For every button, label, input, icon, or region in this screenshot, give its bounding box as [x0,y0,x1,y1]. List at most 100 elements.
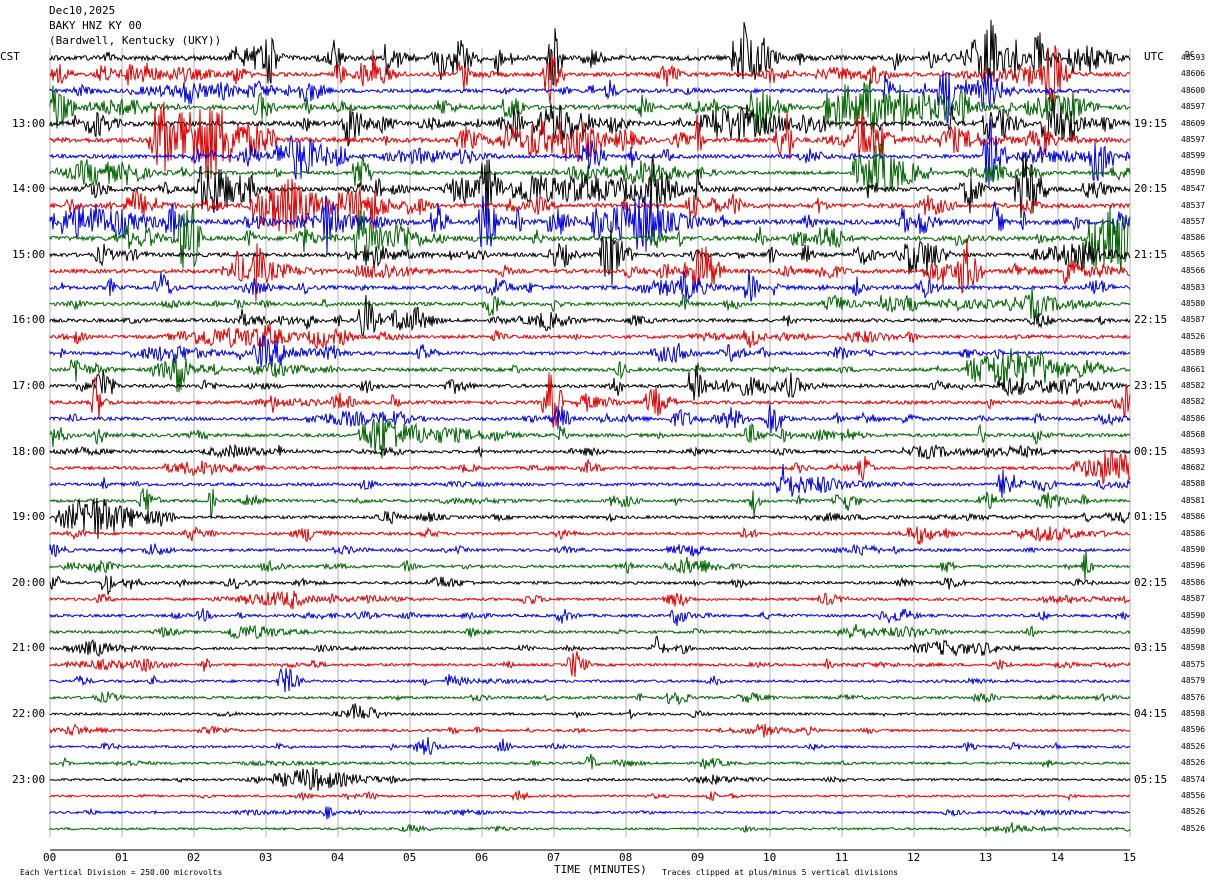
dc-offset-label: 48589 [1181,348,1206,358]
dc-offset-label: 48556 [1181,791,1206,800]
dc-offset-label: 48557 [1181,217,1206,226]
dc-offset-label: 48606 [1181,69,1206,79]
left-time-label: 15:00 [12,247,46,261]
dc-offset-label: 48576 [1181,692,1206,702]
seismic-trace [49,651,1131,678]
x-tick-label: 01 [115,851,129,864]
seismic-trace [49,722,1131,738]
left-time-label: 13:00 [12,116,46,130]
vertical-division-note: Each Vertical Division = 250.00 microvol… [20,868,223,877]
seismic-trace [49,590,1131,610]
seismic-trace [49,822,1131,834]
left-time-label: 18:00 [12,444,46,458]
dc-offset-label: 48526 [1181,741,1206,751]
dc-offset-label: 48586 [1181,413,1206,423]
left-time-label: 19:00 [12,510,46,524]
right-time-label: 00:15 [1134,444,1168,458]
dc-offset-label: 48583 [1181,282,1206,292]
seismic-trace [49,574,1131,595]
helicorder-plot [49,19,1131,851]
seismic-trace [49,667,1131,693]
left-time-label: 14:00 [12,182,46,196]
right-time-label: 03:15 [1134,641,1168,655]
right-time-label: 23:15 [1134,379,1168,392]
left-time-label: 23:00 [12,772,46,786]
right-time-label: 19:15 [1134,116,1168,130]
x-tick-label: 06 [475,851,489,864]
right-time-label: 01:15 [1134,510,1168,524]
station-id: BAKY HNZ KY 00 [49,19,142,32]
dc-offset-label: 48526 [1181,331,1206,341]
right-time-label: 02:15 [1134,575,1168,589]
seismic-trace [49,488,1131,519]
dc-offset-label: 48682 [1181,463,1206,472]
seismic-trace [49,202,1131,273]
dc-offset-label: 48588 [1181,479,1206,489]
x-tick-label: 00 [43,851,57,864]
seismic-trace [49,736,1131,755]
seismic-trace [49,767,1131,791]
station-location: (Bardwell, Kentucky (UKY)) [49,34,222,47]
seismic-trace [49,550,1131,581]
left-time-label: 22:00 [12,707,46,720]
dc-offset-label: 48598 [1181,709,1206,718]
dc-offset-label: 48574 [1181,774,1206,784]
dc-offset-label: 48590 [1181,167,1206,177]
dc-offset-label: 48586 [1181,577,1206,587]
seismic-trace [49,443,1131,460]
x-tick-label: 11 [835,851,849,864]
seismic-trace [49,324,1131,350]
x-tick-label: 03 [259,851,273,864]
dc-offset-label: 48581 [1181,495,1206,505]
x-tick-label: 12 [907,851,921,864]
seismic-trace [49,753,1131,770]
dc-offset-label: 48600 [1181,85,1206,95]
dc-offset-label: 48598 [1181,643,1206,653]
right-timezone-label: UTC [1144,50,1164,63]
dc-offset-label: 48526 [1181,807,1206,817]
dc-offset-label: 48590 [1181,627,1206,636]
seismic-traces [49,19,1131,834]
x-tick-label: 14 [1051,851,1065,864]
dc-offset-label: 48590 [1181,545,1206,554]
seismic-trace [49,334,1131,368]
seismic-trace [49,608,1131,626]
dc-offset-label: 48596 [1181,561,1206,571]
dc-offset-label: 48526 [1181,758,1206,768]
dc-offset-label: 48582 [1181,397,1206,407]
right-time-label: 04:15 [1134,707,1168,720]
left-time-label: 21:00 [12,641,46,655]
right-time-label: 05:15 [1134,772,1168,786]
seismic-trace [49,623,1131,640]
right-time-label: 21:15 [1134,247,1168,261]
dc-offset-label: 48593 [1181,53,1206,62]
dc-offset-label: 48580 [1181,299,1206,308]
clip-note: Traces clipped at plus/minus 5 vertical … [662,868,899,877]
dc-offset-label: 48537 [1181,200,1206,210]
seismic-trace [49,806,1131,820]
dc-offset-label: 48575 [1181,659,1206,669]
dc-offset-label: 48609 [1181,118,1206,128]
seismic-trace [49,238,1131,302]
right-time-label: 20:15 [1134,182,1168,196]
dc-offset-label: 48586 [1181,233,1206,243]
seismic-trace [49,790,1131,802]
x-tick-label: 09 [691,851,705,864]
dc-offset-label: 48593 [1181,446,1206,456]
dc-offset-label: 48597 [1181,102,1206,112]
seismic-trace [49,295,1131,338]
chart-date: Dec10,2025 [49,4,116,17]
dc-offset-label: 48596 [1181,725,1206,735]
x-tick-label: 10 [763,851,777,864]
dc-offset-label: 48590 [1181,610,1206,620]
dc-offset-label: 48566 [1181,266,1206,276]
dc-offset-label: 48526 [1181,823,1206,833]
left-time-label: 17:00 [12,379,46,392]
x-axis-label: TIME (MINUTES) [554,863,647,876]
dc-offset-label: 48587 [1181,594,1206,604]
dc-offset-label: 48579 [1181,676,1206,686]
x-tick-label: 13 [979,851,993,864]
left-time-label: 16:00 [12,313,46,327]
x-tick-label: 04 [331,851,345,864]
dc-offset-label: 48586 [1181,528,1206,538]
